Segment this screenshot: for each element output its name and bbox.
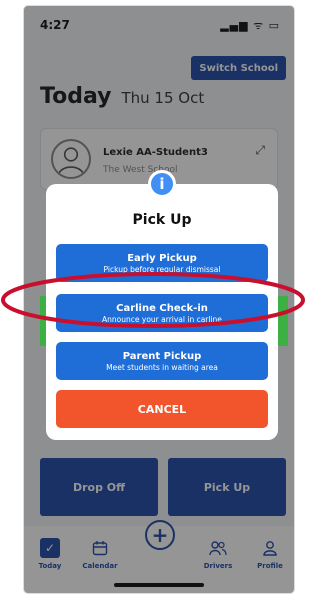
info-icon: i bbox=[148, 170, 176, 198]
cancel-button[interactable]: CANCEL bbox=[56, 390, 268, 428]
option-title: Early Pickup bbox=[127, 252, 197, 264]
carline-check-in-button[interactable]: Carline Check-in Announce your arrival i… bbox=[56, 294, 268, 332]
option-subtitle: Meet students in waiting area bbox=[106, 362, 218, 372]
phone-screen: 4:27 ▂▄▆ ᯤ ▭ Switch School Today Thu 15 … bbox=[24, 6, 294, 593]
early-pickup-button[interactable]: Early Pickup Pickup before regular dismi… bbox=[56, 244, 268, 282]
dialog-title: Pick Up bbox=[132, 212, 192, 228]
parent-pickup-button[interactable]: Parent Pickup Meet students in waiting a… bbox=[56, 342, 268, 380]
option-title: Parent Pickup bbox=[122, 350, 202, 362]
pick-up-dialog: i Pick Up Early Pickup Pickup before reg… bbox=[46, 170, 278, 440]
option-title: Carline Check-in bbox=[116, 302, 208, 314]
option-subtitle: Pickup before regular dismissal bbox=[103, 264, 221, 274]
option-subtitle: Announce your arrival in carline bbox=[102, 314, 222, 324]
